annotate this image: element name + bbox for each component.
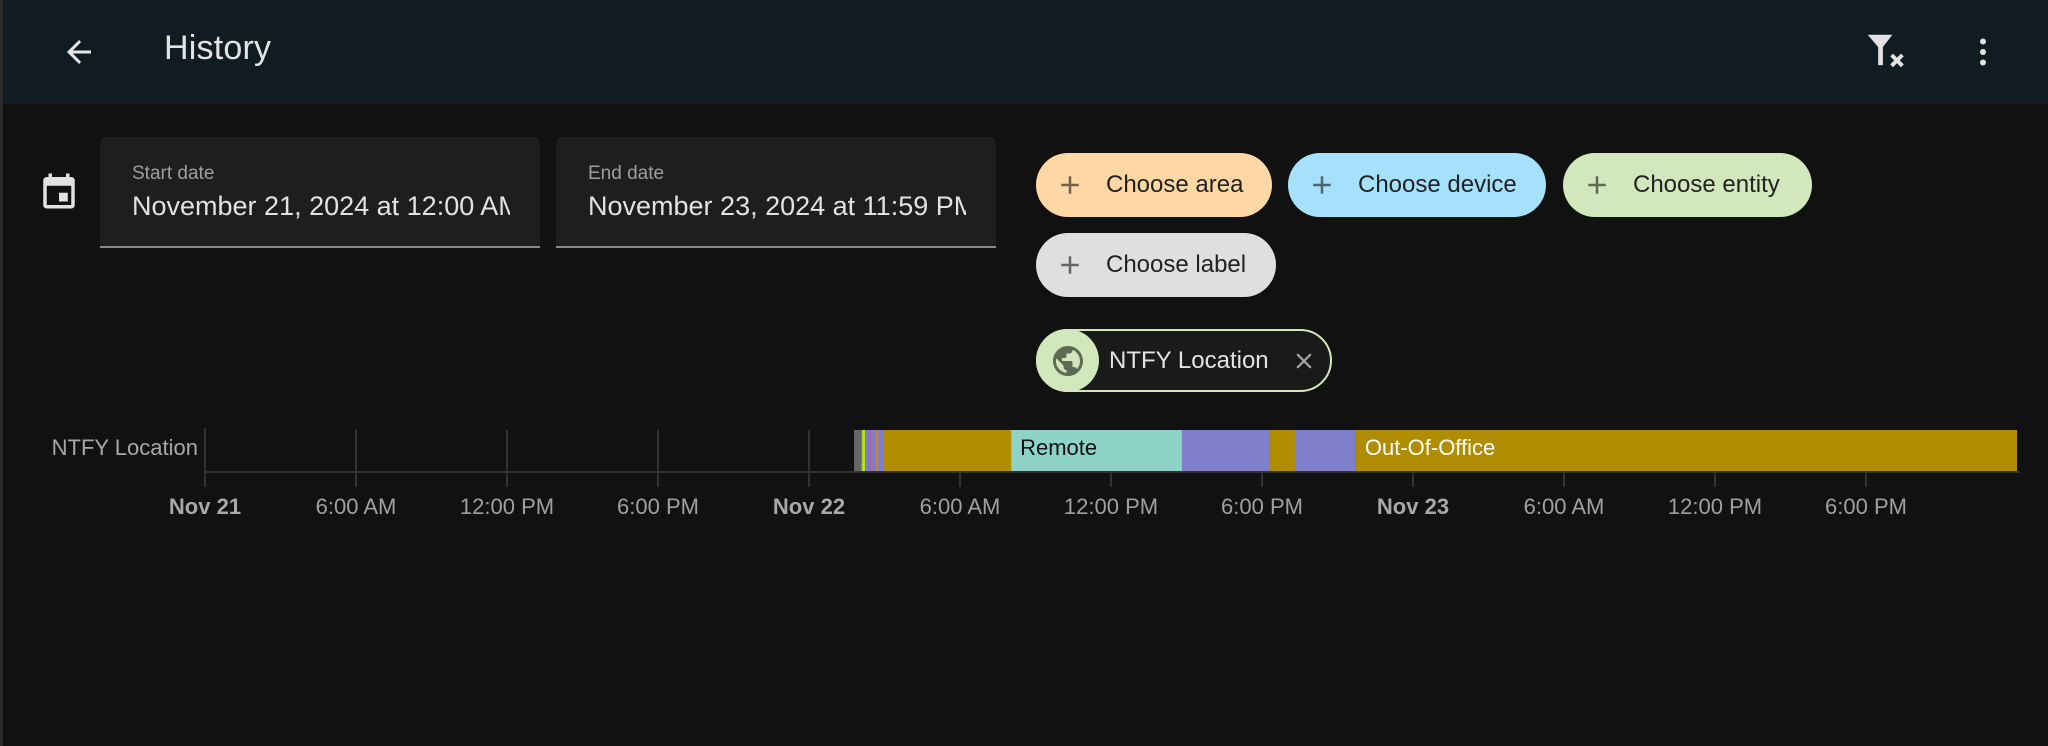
plus-icon bbox=[1036, 170, 1096, 200]
choose-entity-label: Choose entity bbox=[1633, 171, 1780, 198]
timeline-segment[interactable] bbox=[1181, 430, 1270, 471]
end-date-field[interactable]: End date November 23, 2024 at 11:59 PM bbox=[556, 137, 996, 248]
x-tick-label: 12:00 PM bbox=[1667, 494, 1763, 519]
x-tick-label: 6:00 AM bbox=[1523, 494, 1605, 519]
history-timeline-chart: NTFY Location Nov 21 6:00 AM 12:00 PM 6:00 … bbox=[0, 415, 2048, 525]
app-header: History bbox=[3, 0, 2048, 104]
dots-vertical-icon bbox=[1980, 38, 1986, 66]
choose-label-button[interactable]: Choose label bbox=[1036, 233, 1276, 297]
x-tick-label: Nov 21 bbox=[168, 494, 242, 519]
earth-icon bbox=[1052, 345, 1083, 376]
selected-entity-chip[interactable]: NTFY Location bbox=[1036, 329, 1332, 392]
choose-area-label: Choose area bbox=[1106, 171, 1244, 198]
timeline-segment[interactable] bbox=[877, 430, 884, 471]
timeline-segment[interactable] bbox=[875, 430, 878, 471]
sidebar-edge bbox=[0, 0, 3, 746]
start-date-field[interactable]: Start date November 21, 2024 at 12:00 AM bbox=[100, 137, 540, 248]
timeline-segment[interactable] bbox=[1269, 430, 1295, 471]
plus-icon bbox=[1563, 170, 1623, 200]
remove-entity-button[interactable] bbox=[1290, 347, 1318, 375]
choose-device-label: Choose device bbox=[1358, 171, 1517, 198]
arrow-left-icon bbox=[67, 40, 91, 64]
end-date-value[interactable]: November 23, 2024 at 11:59 PM bbox=[588, 191, 966, 222]
x-tick-label: 6:00 PM bbox=[617, 494, 699, 519]
page-title: History bbox=[164, 29, 272, 67]
timeline-segment[interactable] bbox=[862, 430, 866, 471]
x-tick-label: 6:00 PM bbox=[1825, 494, 1907, 519]
entity-avatar bbox=[1036, 329, 1099, 392]
back-button[interactable] bbox=[53, 26, 105, 78]
timeline-segment[interactable] bbox=[1294, 430, 1356, 471]
x-tick-label: 12:00 PM bbox=[459, 494, 555, 519]
start-date-label: Start date bbox=[132, 163, 215, 184]
timeline-segment-out-of-office[interactable] bbox=[1355, 430, 2017, 471]
choose-label-label: Choose label bbox=[1106, 251, 1247, 278]
timeline-segment[interactable] bbox=[865, 430, 869, 471]
plus-icon bbox=[1288, 170, 1348, 200]
selected-entity-label: NTFY Location bbox=[1109, 346, 1269, 374]
x-tick-label: 6:00 AM bbox=[315, 494, 397, 519]
timeline-segment[interactable] bbox=[854, 430, 862, 471]
choose-area-button[interactable]: Choose area bbox=[1036, 153, 1272, 217]
plus-icon bbox=[1036, 250, 1096, 280]
timeline-segment[interactable] bbox=[861, 430, 863, 471]
start-date-value[interactable]: November 21, 2024 at 12:00 AM bbox=[132, 191, 510, 222]
end-date-label: End date bbox=[588, 163, 665, 184]
overflow-menu-button[interactable] bbox=[1955, 24, 2011, 80]
choose-device-button[interactable]: Choose device bbox=[1288, 153, 1546, 217]
timeline-segment[interactable] bbox=[868, 430, 871, 471]
x-tick-label: 6:00 AM bbox=[919, 494, 1001, 519]
filter-remove-icon bbox=[1867, 34, 1904, 68]
close-icon bbox=[1296, 353, 1312, 369]
clear-filters-button[interactable] bbox=[1857, 24, 1913, 80]
x-tick-label: Nov 22 bbox=[772, 494, 846, 519]
x-tick-label: 12:00 PM bbox=[1063, 494, 1159, 519]
timeline-segment[interactable] bbox=[883, 430, 1012, 471]
x-tick-label: 6:00 PM bbox=[1221, 494, 1303, 519]
calendar-icon bbox=[38, 170, 80, 217]
x-tick-label: Nov 23 bbox=[1376, 494, 1450, 519]
timeline-segment[interactable] bbox=[870, 430, 876, 471]
choose-entity-button[interactable]: Choose entity bbox=[1563, 153, 1812, 217]
timeline-segment-remote[interactable] bbox=[1011, 430, 1182, 471]
